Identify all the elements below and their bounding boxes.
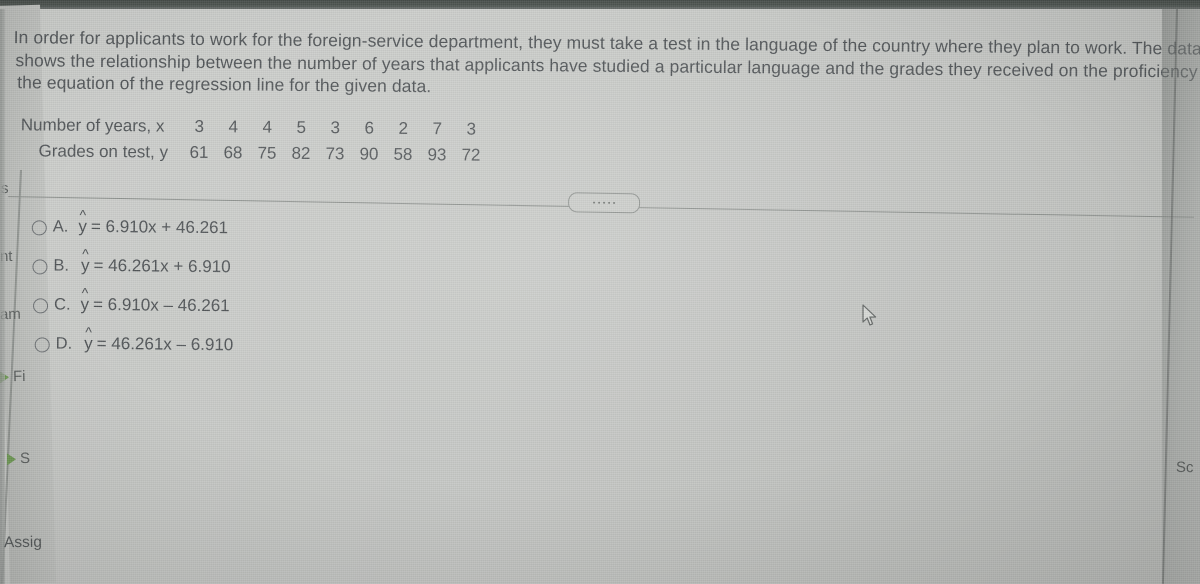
right-edge-text-fragment[interactable]: Sc (1176, 459, 1194, 476)
answer-option-c[interactable]: C. ^ y = 6.910x – 46.261 (32, 285, 234, 320)
y-hat-symbol-b: ^ y (81, 246, 90, 276)
ellipsis-dot (598, 201, 601, 204)
equation-body-d: = 46.261x – 6.910 (96, 333, 234, 355)
x-value-cell: 6 (364, 118, 375, 138)
answer-option-d[interactable]: D. ^ y = 46.261x – 6.910 (34, 324, 234, 359)
answer-option-b[interactable]: B. ^ y = 46.261x + 6.910 (32, 246, 234, 281)
answer-option-a[interactable]: A. ^ y = 6.910x + 46.261 (31, 207, 235, 242)
y-value-cell: 72 (461, 145, 481, 165)
radio-button-b[interactable] (32, 259, 48, 275)
ellipsis-dot (608, 201, 611, 204)
y-value-cell: 73 (325, 144, 345, 164)
y-value-cell: 93 (427, 145, 447, 165)
hat-accent: ^ (85, 323, 92, 340)
x-value-cell: 4 (262, 117, 273, 137)
x-value-cell: 2 (398, 118, 409, 138)
y-value-cell: 82 (291, 143, 311, 163)
option-equation-d: ^ y = 46.261x – 6.910 (84, 324, 234, 355)
equation-body-c: = 6.910x – 46.261 (92, 294, 230, 316)
x-value-cell: 7 (432, 119, 443, 139)
ellipsis-dot (603, 201, 606, 204)
radio-button-d[interactable] (34, 337, 50, 353)
option-equation-a: ^ y = 6.910x + 46.261 (78, 207, 229, 238)
ellipsis-dot (613, 201, 616, 204)
screenshot-root: s nt am Fi S In order for applicants to … (0, 0, 1200, 584)
answer-options: A. ^ y = 6.910x + 46.261 B. ^ y = 46.261x … (30, 207, 235, 372)
ellipsis-dot (593, 201, 596, 204)
option-letter-c: C. (53, 295, 71, 314)
x-value-cell: 3 (194, 116, 205, 136)
y-hat-symbol-c: ^ y (80, 285, 89, 315)
radio-button-a[interactable] (31, 220, 47, 236)
y-hat-symbol-d: ^ y (84, 324, 93, 354)
equation-body-a: = 6.910x + 46.261 (90, 216, 229, 238)
hat-accent: ^ (79, 206, 87, 223)
y-value-cell: 90 (359, 144, 379, 164)
assignment-label-fragment[interactable]: Assig (4, 534, 42, 553)
x-value-cell: 3 (330, 118, 341, 138)
x-value-cell: 4 (228, 117, 239, 137)
option-letter-b: B. (53, 256, 70, 275)
ellipsis-expander-button[interactable] (567, 192, 641, 214)
radio-button-c[interactable] (32, 298, 49, 314)
y-value-cell: 75 (257, 143, 277, 163)
table-row: Grades on test, y 61 68 75 82 73 90 58 9… (20, 138, 488, 168)
hat-accent: ^ (81, 284, 89, 301)
equation-body-b: = 46.261x + 6.910 (93, 255, 231, 277)
row-label-grades: Grades on test, y (38, 141, 169, 162)
y-value-cell: 61 (189, 142, 209, 163)
right-edge-shadow (1162, 9, 1200, 584)
data-table: Number of years, x 3 4 4 5 3 6 2 7 3 Gra… (20, 112, 488, 168)
x-value-cell: 3 (466, 119, 477, 139)
y-value-cell: 68 (223, 143, 243, 163)
y-value-cell: 58 (393, 144, 413, 164)
option-letter-a: A. (52, 217, 69, 236)
option-equation-c: ^ y = 6.910x – 46.261 (80, 285, 230, 316)
content-plane: In order for applicants to work for the … (0, 0, 1200, 584)
option-letter-d: D. (55, 334, 73, 353)
y-hat-symbol-a: ^ y (78, 207, 87, 237)
hat-accent: ^ (82, 245, 89, 262)
option-equation-b: ^ y = 46.261x + 6.910 (81, 246, 231, 277)
row-label-years: Number of years, x (20, 115, 165, 136)
x-value-cell: 5 (296, 117, 307, 137)
question-text: In order for applicants to work for the … (13, 26, 1200, 105)
left-edge-shadow (0, 9, 5, 584)
mouse-cursor-icon (862, 304, 878, 328)
